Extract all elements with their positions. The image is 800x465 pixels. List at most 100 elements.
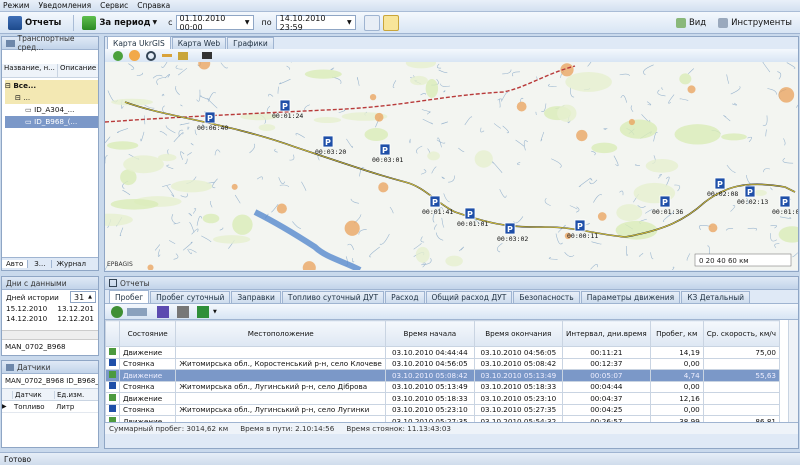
col-sensor-header[interactable]: Датчик <box>12 390 54 399</box>
tree-item-group[interactable]: ⊟ ... <box>5 92 98 104</box>
column-header[interactable]: Состояние <box>118 320 177 347</box>
reports-button[interactable]: Отчеты <box>4 14 65 32</box>
col-desc-header[interactable]: Описание <box>58 64 96 77</box>
excel-icon[interactable] <box>197 305 209 318</box>
view-button[interactable]: Вид <box>672 14 710 32</box>
truck-icon: ▭ <box>25 105 32 114</box>
tab-journal[interactable]: Журнал <box>52 260 89 268</box>
tab-report-0[interactable]: Пробег <box>109 290 150 303</box>
parking-time-label: 00:01:41 <box>422 208 453 216</box>
tab-report-4[interactable]: Расход <box>385 291 425 303</box>
days-panel-title: Дни с данными <box>2 277 98 290</box>
go-icon[interactable] <box>111 305 123 318</box>
zoom-icon[interactable] <box>146 50 156 61</box>
tab-report-8[interactable]: КЗ Детальный <box>681 291 751 303</box>
truck-icon: ▭ <box>25 117 32 126</box>
ruler-icon[interactable] <box>178 51 188 60</box>
chevron-down-icon: ▼ <box>347 19 352 26</box>
table-row[interactable]: Движение 03.10.2010 05:08:42 03.10.2010 05… <box>105 369 781 382</box>
days-row[interactable]: 15.12.2010 13.12.201 <box>6 304 98 314</box>
collapse-icon: ⊟ <box>5 81 12 90</box>
date-from-input[interactable]: 01.10.2010 00:00 ▼ <box>175 14 254 32</box>
parking-time-label: 00:01:01 <box>457 220 488 228</box>
date-to-input[interactable]: 14.10.2010 23:59 ▼ <box>275 14 356 32</box>
period-button[interactable]: За период ▼ <box>78 14 161 32</box>
measure-icon[interactable] <box>162 54 172 57</box>
tree-item-vehicle[interactable]: ▭ ID_A304_... <box>5 104 98 116</box>
table-row[interactable]: Стоянка Житомирська обл., Лугинський р-н,… <box>105 403 781 416</box>
column-header[interactable]: Интервал, дни.время <box>562 320 651 347</box>
filter-icon[interactable] <box>157 305 169 318</box>
column-header[interactable]: Время окончания <box>473 320 564 347</box>
parking-icon <box>109 359 116 367</box>
camera-icon[interactable] <box>202 52 212 59</box>
zoom-route-icon[interactable] <box>382 14 399 31</box>
column-header[interactable]: Пробег, км <box>649 320 704 347</box>
table-row[interactable]: Движение 03.10.2010 04:44:44 03.10.2010 04… <box>105 346 781 359</box>
tab-report-5[interactable]: Общий расход ДУТ <box>425 291 513 303</box>
tree-item-vehicle[interactable]: ▭ ID_B968_(... <box>5 116 98 128</box>
svg-text:P: P <box>207 114 213 123</box>
route-icon[interactable] <box>363 14 380 31</box>
days-panel: Дни с данными Дней истории 31 ▲ 15.12.201… <box>1 276 99 356</box>
table-row[interactable]: Стоянка Житомирська обл., Лугинський р-н,… <box>105 380 781 393</box>
table-row[interactable]: Движение 03.10.2010 05:27:35 03.10.2010 05… <box>105 415 781 422</box>
menu-item-help[interactable]: Справка <box>137 1 170 10</box>
tab-report-7[interactable]: Параметры движения <box>580 291 681 303</box>
grid-scrollbar[interactable] <box>788 320 798 422</box>
column-header[interactable]: Время начала <box>385 320 475 347</box>
sensors-vehicle-label: MAN_0702_B968 ID_B968_(09 <box>2 374 98 389</box>
tab-auto[interactable]: Авто <box>2 260 29 268</box>
refresh-icon[interactable] <box>113 50 123 61</box>
wrench-icon <box>718 17 729 28</box>
map-copyright: EPBAGIS <box>107 261 133 268</box>
table-row[interactable]: Движение 03.10.2010 05:18:33 03.10.2010 05… <box>105 392 781 405</box>
menu-item-mode[interactable]: Режим <box>3 1 29 10</box>
svg-text:P: P <box>782 198 788 207</box>
days-vehicle-label: MAN_0702_B968 <box>5 342 66 351</box>
tools-button[interactable]: Инструменты <box>714 14 796 32</box>
chevron-down-icon[interactable]: ▼ <box>213 309 217 315</box>
table-row[interactable]: Стоянка Житомирська обл., Коростенський р… <box>105 357 781 370</box>
tab-map-web[interactable]: Карта Web <box>171 37 227 49</box>
parking-icon <box>109 405 116 413</box>
tab-report-3[interactable]: Топливо суточный ДУТ <box>281 291 385 303</box>
vehicles-icon <box>6 39 15 47</box>
toolbar: Отчеты За период ▼ с 01.10.2010 00:00 ▼ п… <box>0 12 800 34</box>
column-header[interactable]: Местоположение <box>175 320 387 347</box>
tab-map-ukrgis[interactable]: Карта UkrGIS <box>107 36 171 49</box>
column-header[interactable]: Ср. скорость, км/ч <box>702 320 781 347</box>
map-scale-label: 0 20 40 60 км <box>699 257 749 265</box>
menu-item-service[interactable]: Сервис <box>100 1 128 10</box>
movement-icon <box>109 416 116 422</box>
col-name-header[interactable]: Название, н... <box>2 64 58 77</box>
days-row[interactable]: 14.12.2010 12.12.201 <box>6 314 98 324</box>
print-icon[interactable] <box>177 305 189 318</box>
svg-text:P: P <box>432 198 438 207</box>
parking-time-label: 00:01:36 <box>652 208 683 216</box>
sensors-panel: Датчики MAN_0702_B968 ID_B968_(09 Датчик… <box>1 360 99 448</box>
tab-z[interactable]: З... <box>28 260 53 268</box>
tab-charts[interactable]: Графики <box>227 37 274 49</box>
menu-item-notifications[interactable]: Уведомления <box>38 1 91 10</box>
parking-time-label: 00:03:20 <box>315 148 346 156</box>
history-days-input[interactable]: 31 ▲ <box>70 291 96 303</box>
movement-icon <box>109 393 116 401</box>
chevron-down-icon: ▼ <box>244 19 250 26</box>
tab-report-2[interactable]: Заправки <box>231 291 281 303</box>
svg-text:P: P <box>282 102 288 111</box>
tab-report-6[interactable]: Безопасность <box>513 291 580 303</box>
col-unit-header[interactable]: Ед.изм. <box>54 390 84 399</box>
pan-icon[interactable] <box>129 50 140 61</box>
svg-text:P: P <box>507 225 513 234</box>
download-icon <box>82 15 97 30</box>
status-text: Готово <box>4 454 32 464</box>
sensor-row[interactable]: ▶ Топливо Литр <box>2 401 98 413</box>
tab-report-1[interactable]: Пробег суточный <box>150 291 231 303</box>
parking-time-label: 00:03:01 <box>372 156 403 164</box>
tree-item-all[interactable]: ⊟ Все... <box>5 80 98 92</box>
sensor-icon <box>6 363 14 371</box>
export-icon[interactable] <box>127 307 147 316</box>
map-canvas[interactable]: P00:06:40P00:01:24P00:03:20 P00:03:01P00:… <box>105 62 798 270</box>
status-bar: Готово <box>0 452 800 465</box>
